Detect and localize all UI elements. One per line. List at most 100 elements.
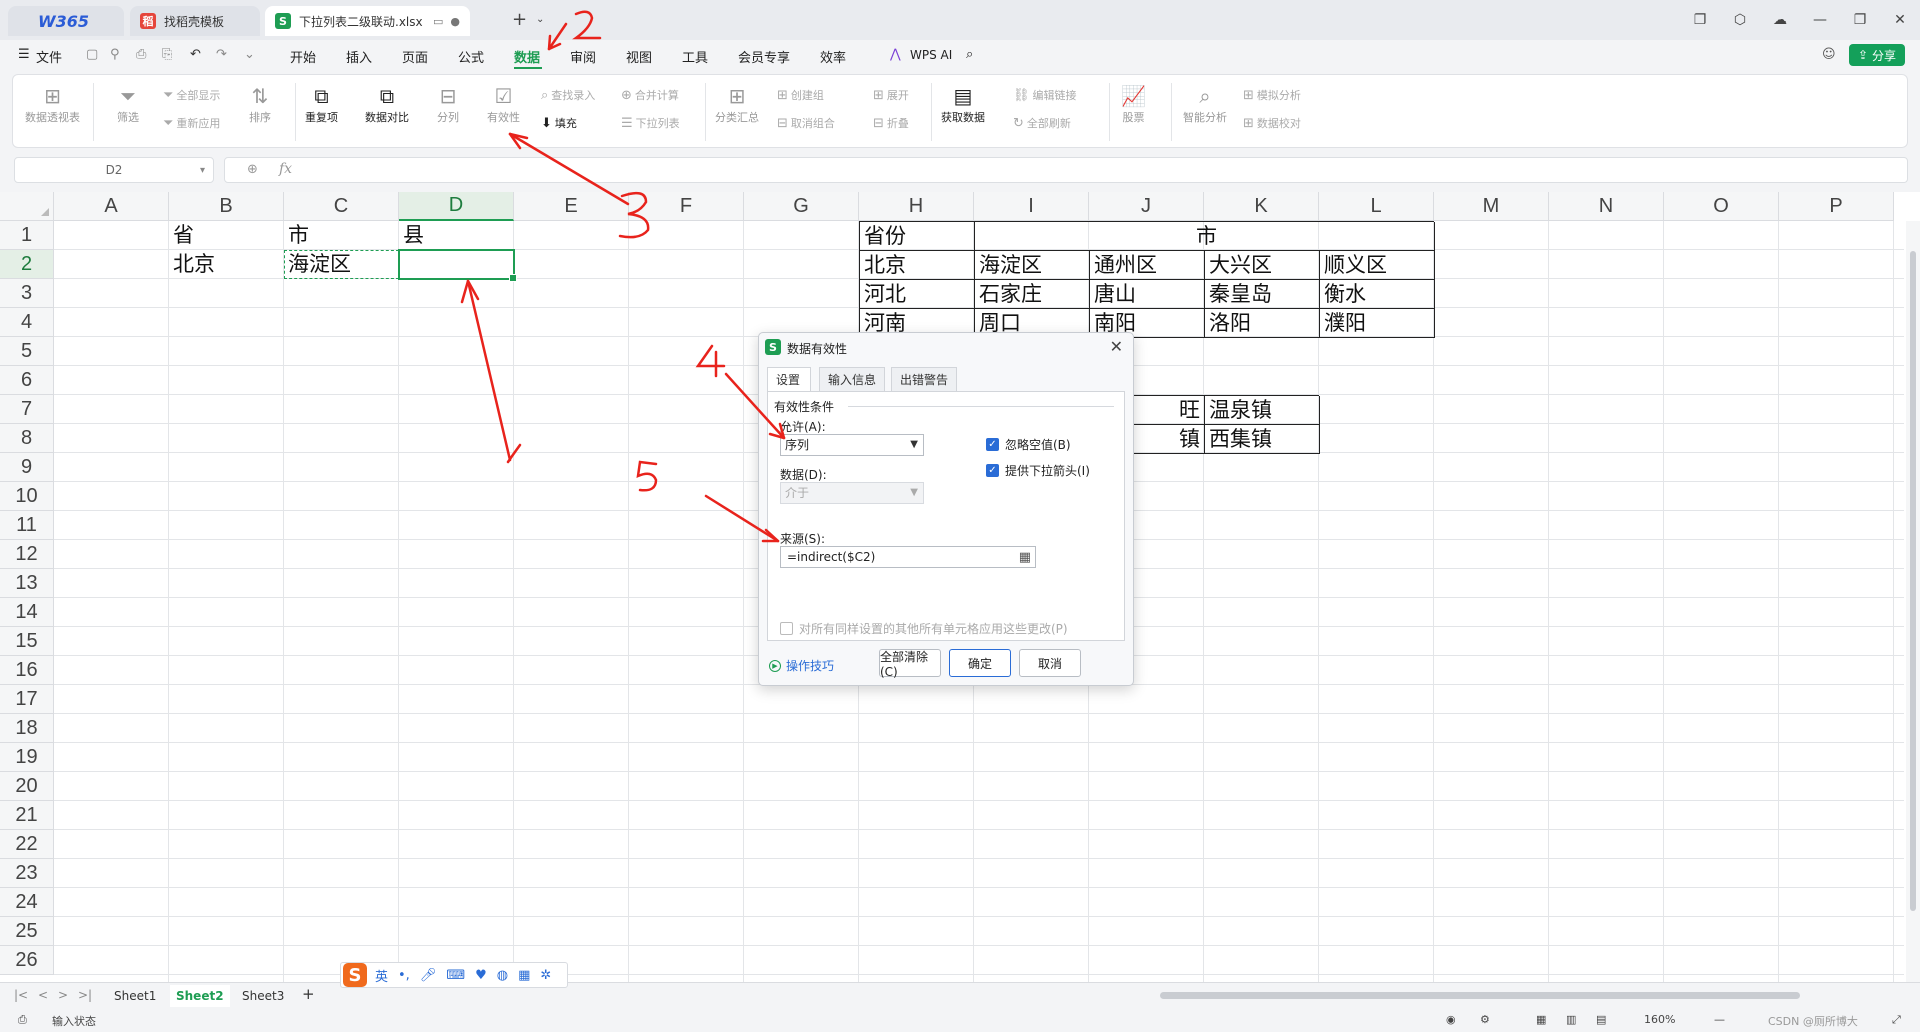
restore-button[interactable]: ❐ [1840, 12, 1880, 28]
row-header-15[interactable]: 15 [0, 627, 54, 656]
row-header-19[interactable]: 19 [0, 743, 54, 772]
zoom-icon[interactable]: ⊕ [247, 162, 258, 177]
column-header-l[interactable]: L [1319, 192, 1434, 221]
table-header-city[interactable]: 市 [975, 222, 1435, 251]
menu-efficiency[interactable]: 效率 [820, 47, 846, 66]
first-sheet-icon[interactable]: |< [14, 988, 28, 1002]
column-header-a[interactable]: A [54, 192, 169, 221]
active-cell-d2[interactable] [398, 249, 517, 282]
row-header-16[interactable]: 16 [0, 656, 54, 685]
undo-icon[interactable]: ↶ [190, 47, 201, 62]
row-header-22[interactable]: 22 [0, 830, 54, 859]
row-header-24[interactable]: 24 [0, 888, 54, 917]
table-cell[interactable]: 顺义区 [1320, 251, 1435, 280]
cell-d1[interactable]: 县 [399, 221, 514, 250]
chevron-down-icon[interactable]: ▾ [200, 165, 205, 176]
table-cell[interactable]: 大兴区 [1205, 251, 1320, 280]
fx-icon[interactable]: fx [279, 161, 292, 177]
ungroup-button[interactable]: ⊟ 取消组合 [777, 115, 835, 131]
microphone-icon[interactable]: 🎤︎ [420, 968, 437, 983]
edit-links-button[interactable]: ⛓ 编辑链接 [1013, 87, 1077, 103]
row-header-17[interactable]: 17 [0, 685, 54, 714]
table-cell[interactable]: 西集镇 [1205, 425, 1320, 454]
eye-icon[interactable]: ◉ [1446, 1013, 1456, 1026]
split-button[interactable]: ⊟ 分列 [437, 83, 459, 125]
table-cell[interactable]: 通州区 [1090, 251, 1205, 280]
expand-button[interactable]: ⊞ 展开 [873, 87, 909, 103]
table-cell[interactable]: 衡水 [1320, 280, 1435, 309]
row-header-18[interactable]: 18 [0, 714, 54, 743]
search-icon[interactable]: ⌕ [966, 47, 973, 62]
column-header-j[interactable]: J [1089, 192, 1204, 221]
column-header-n[interactable]: N [1549, 192, 1664, 221]
vertical-scrollbar[interactable] [1906, 221, 1920, 982]
tab-w365[interactable]: W365 [8, 6, 124, 36]
ignore-blank-checkbox[interactable]: ✓ 忽略空值(B) [986, 436, 1071, 453]
menu-insert[interactable]: 插入 [346, 47, 372, 66]
menu-tools[interactable]: 工具 [682, 47, 708, 66]
tab-settings[interactable]: 设置 [767, 367, 811, 391]
fullscreen-icon[interactable]: ⤢ [1892, 1013, 1901, 1027]
add-sheet-button[interactable]: + [302, 985, 315, 1003]
what-if-button[interactable]: ⊞ 模拟分析 [1243, 87, 1301, 103]
row-header-12[interactable]: 12 [0, 540, 54, 569]
dropdown-list-button[interactable]: ☰ 下拉列表 [621, 115, 680, 131]
column-header-k[interactable]: K [1204, 192, 1319, 221]
sheet-tab-sheet1[interactable]: Sheet1 [108, 985, 162, 1007]
subtotal-button[interactable]: ⊞ 分类汇总 [715, 83, 759, 125]
column-header-m[interactable]: M [1434, 192, 1549, 221]
compare-button[interactable]: ⧉ 数据对比 [365, 83, 409, 125]
menu-data[interactable]: 数据 [514, 47, 540, 66]
row-header-26[interactable]: 26 [0, 946, 54, 975]
column-header-f[interactable]: F [629, 192, 744, 221]
tips-link[interactable]: ▶ 操作技巧 [769, 657, 834, 674]
show-all-button[interactable]: ⏷ 全部显示 [163, 87, 220, 103]
menu-file[interactable]: 文件 [36, 47, 62, 66]
row-header-21[interactable]: 21 [0, 801, 54, 830]
horizontal-scrollbar[interactable] [1160, 992, 1800, 999]
validity-button[interactable]: ☑ 有效性 [487, 83, 520, 125]
row-header-2[interactable]: 2 [0, 250, 54, 279]
clear-all-button[interactable]: 全部清除(C) [879, 649, 941, 679]
chevron-down-icon[interactable]: ⌄ [536, 14, 544, 25]
row-header-11[interactable]: 11 [0, 511, 54, 540]
normal-view-icon[interactable]: ▦ [1536, 1013, 1546, 1026]
next-sheet-icon[interactable]: > [58, 988, 68, 1002]
print-icon[interactable]: ⎙ [136, 47, 146, 62]
row-header-13[interactable]: 13 [0, 569, 54, 598]
duplicates-button[interactable]: ⧉ 重复项 [305, 83, 338, 125]
tab-file[interactable]: S 下拉列表二级联动.xlsx ▭ ● [265, 6, 470, 36]
column-header-p[interactable]: P [1779, 192, 1894, 221]
lookup-entry-button[interactable]: ⌕ 查找录入 [541, 87, 595, 103]
punctuation-icon[interactable]: •, [398, 968, 410, 983]
skin-icon[interactable]: ♥ [475, 968, 487, 983]
sheet-tab-sheet2[interactable]: Sheet2 [170, 985, 230, 1007]
select-all-corner[interactable] [0, 192, 54, 221]
column-header-g[interactable]: G [744, 192, 859, 221]
tab-error-alert[interactable]: 出错警告 [891, 367, 957, 391]
get-data-button[interactable]: ▤ 获取数据 [941, 83, 985, 125]
sort-button[interactable]: ⇅ 排序 [249, 83, 271, 125]
formula-input[interactable]: ⊕ fx [224, 157, 1908, 183]
range-picker-icon[interactable]: ▦ [1019, 548, 1031, 568]
chat-icon[interactable]: ☺ [1822, 47, 1836, 62]
column-header-e[interactable]: E [514, 192, 629, 221]
column-header-i[interactable]: I [974, 192, 1089, 221]
settings-icon[interactable]: ✲ [540, 968, 551, 983]
menu-wps-ai[interactable]: WPS AI [910, 48, 952, 62]
row-header-4[interactable]: 4 [0, 308, 54, 337]
cell-b1[interactable]: 省 [169, 221, 284, 250]
row-header-20[interactable]: 20 [0, 772, 54, 801]
prev-sheet-icon[interactable]: < [38, 988, 48, 1002]
menu-file-icon[interactable]: ☰ [18, 47, 30, 62]
table-header-province[interactable]: 省份 [860, 222, 975, 251]
source-input[interactable]: =indirect($C2) ▦ [780, 546, 1036, 568]
row-header-3[interactable]: 3 [0, 279, 54, 308]
row-header-8[interactable]: 8 [0, 424, 54, 453]
key-icon[interactable]: ⚲ [110, 47, 120, 62]
zoom-out-icon[interactable]: — [1714, 1013, 1725, 1026]
row-header-23[interactable]: 23 [0, 859, 54, 888]
table-cell[interactable]: 石家庄 [975, 280, 1090, 309]
row-header-14[interactable]: 14 [0, 598, 54, 627]
tab-input-message[interactable]: 输入信息 [819, 367, 885, 391]
